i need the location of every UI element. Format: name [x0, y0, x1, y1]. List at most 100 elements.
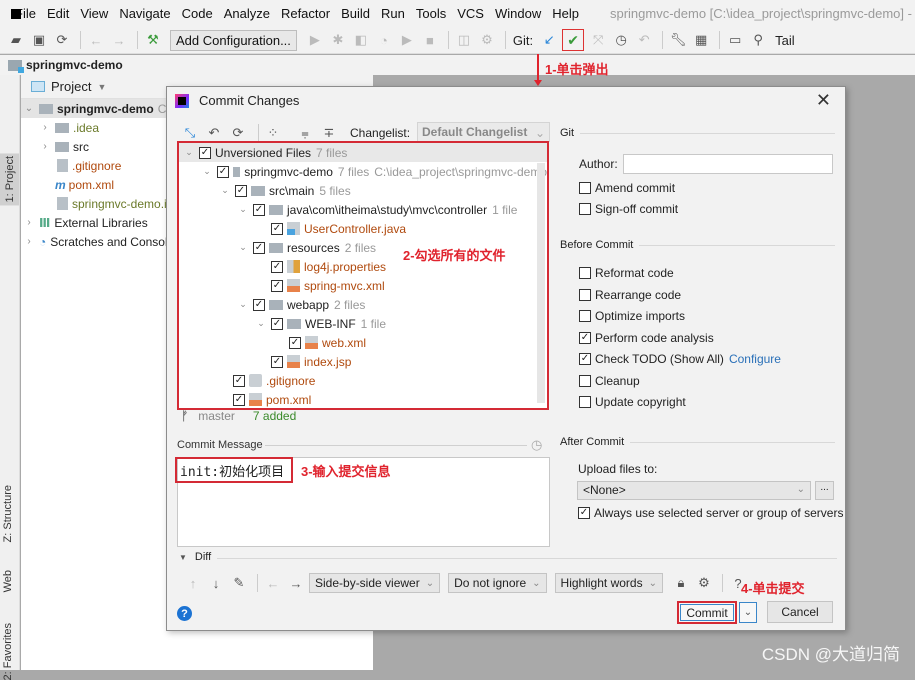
project-name[interactable]: springmvc-demo [26, 58, 123, 72]
tree-row[interactable]: ✓ .gitignore [179, 371, 547, 390]
menu-code[interactable]: Code [182, 6, 213, 21]
save-icon[interactable]: ▣ [29, 30, 49, 50]
checkbox[interactable]: ✓ [579, 353, 591, 365]
previous-file-icon[interactable]: ← [263, 573, 283, 593]
checkbox[interactable]: ✓ [233, 393, 245, 406]
upload-more-button[interactable]: ... [815, 481, 834, 500]
commit-options-dropdown[interactable]: ⌄ [739, 602, 757, 623]
chevron-right-icon[interactable]: › [39, 122, 51, 133]
menu-navigate[interactable]: Navigate [119, 6, 170, 21]
chevron-right-icon[interactable]: › [39, 141, 51, 152]
author-input[interactable] [623, 154, 833, 174]
checkbox[interactable]: ✓ [579, 332, 591, 344]
menu-build[interactable]: Build [341, 6, 370, 21]
checkbox[interactable] [579, 375, 591, 387]
checkbox[interactable]: ✓ [271, 355, 283, 368]
tree-row[interactable]: ⌄ ✓ java\com\itheima\study\mvc\controlle… [179, 200, 547, 219]
viewer-select[interactable]: Side-by-side viewer ⌄ [309, 573, 441, 593]
tab-project[interactable]: 1: Project [0, 153, 19, 206]
menu-help[interactable]: Help [552, 6, 579, 21]
run-concurrent-icon[interactable]: ▶ [397, 30, 417, 50]
build-hammer-icon[interactable]: ⚒ [143, 30, 163, 50]
checkbox[interactable]: ✓ [578, 507, 590, 519]
project-structure-icon[interactable]: ▦ [691, 30, 711, 50]
cancel-button[interactable]: Cancel [767, 601, 833, 623]
rollback-icon[interactable]: ↶ [634, 30, 654, 50]
commit-message-text[interactable]: init:初始化项目 [175, 457, 293, 483]
settings-wrench-icon[interactable]: 🔧︎ [668, 30, 688, 50]
run-icon[interactable]: ▶ [305, 30, 325, 50]
chevron-right-icon[interactable]: › [23, 217, 35, 228]
changelist-select[interactable]: Default Changelist ⌄ [417, 122, 550, 142]
checkbox[interactable] [579, 289, 591, 301]
edit-icon[interactable]: ✎ [229, 573, 249, 593]
diff-section-toggle[interactable]: ▼ Diff [179, 551, 211, 563]
tab-web[interactable]: Web [2, 570, 14, 592]
menu-view[interactable]: View [80, 6, 108, 21]
message-history-icon[interactable]: ◷ [531, 437, 542, 453]
tree-row[interactable]: ⌄ ✓ springmvc-demo 7 files C:\idea_proje… [179, 162, 547, 181]
git-push-icon[interactable]: ⤧ [588, 30, 608, 50]
chevron-down-icon[interactable]: ⌄ [237, 204, 249, 215]
checkbox[interactable] [579, 182, 591, 194]
sync-icon[interactable]: ⟳ [52, 30, 72, 50]
amend-commit-option[interactable]: Amend commit [579, 181, 675, 195]
menu-window[interactable]: Window [495, 6, 541, 21]
highlight-select[interactable]: Highlight words ⌄ [554, 573, 663, 593]
reformat-code-option[interactable]: Reformat code [579, 266, 674, 280]
git-commit-button[interactable]: ✔ [562, 29, 585, 51]
lock-icon[interactable]: 🔒︎ [671, 573, 691, 593]
collapse-all-icon[interactable]: ∓ [320, 123, 338, 143]
menu-refactor[interactable]: Refactor [281, 6, 330, 21]
add-configuration-button[interactable]: Add Configuration... [170, 29, 297, 51]
chevron-down-icon[interactable]: ⌄ [219, 185, 231, 196]
chevron-down-icon[interactable]: ⌄ [237, 242, 249, 253]
refresh-icon[interactable]: ⟳ [229, 123, 247, 143]
update-copyright-option[interactable]: Update copyright [579, 395, 686, 409]
checkbox[interactable]: ✓ [253, 241, 265, 254]
checkbox[interactable]: ✓ [289, 336, 301, 349]
forward-icon[interactable]: → [109, 30, 129, 50]
upload-server-select[interactable]: <None> ⌄ [577, 481, 811, 500]
chevron-down-icon[interactable]: ⌄ [23, 103, 35, 114]
cleanup-option[interactable]: Cleanup [579, 374, 640, 388]
show-diff-icon[interactable]: ⤡ [181, 123, 199, 143]
tree-row[interactable]: ✓ web.xml [179, 333, 547, 352]
menu-edit[interactable]: Edit [47, 6, 69, 21]
signoff-commit-option[interactable]: Sign-off commit [579, 202, 678, 216]
history-icon[interactable]: ◷ [611, 30, 631, 50]
stop-icon[interactable]: ■ [420, 30, 440, 50]
git-update-icon[interactable]: ↙ [539, 30, 559, 50]
chevron-down-icon[interactable]: ⌄ [255, 318, 267, 329]
debug-icon[interactable]: ✱ [328, 30, 348, 50]
checkbox[interactable] [579, 396, 591, 408]
perform-code-analysis-option[interactable]: ✓ Perform code analysis [579, 331, 714, 345]
tree-row[interactable]: ⌄ ✓ webapp 2 files [179, 295, 547, 314]
previous-diff-icon[interactable]: ↑ [183, 573, 203, 593]
ignore-select[interactable]: Do not ignore ⌄ [448, 573, 547, 593]
back-icon[interactable]: ← [86, 30, 106, 50]
next-diff-icon[interactable]: ↓ [206, 573, 226, 593]
next-file-icon[interactable]: → [286, 573, 306, 593]
tree-row[interactable]: ✓ UserController.java [179, 219, 547, 238]
attach-icon[interactable]: ◫ [454, 30, 474, 50]
chevron-down-icon[interactable]: ⌄ [237, 299, 249, 310]
checkbox[interactable] [579, 203, 591, 215]
rearrange-code-option[interactable]: Rearrange code [579, 288, 681, 302]
optimize-imports-option[interactable]: Optimize imports [579, 309, 685, 323]
checkbox[interactable] [579, 310, 591, 322]
checkbox[interactable]: ✓ [271, 279, 283, 292]
chevron-down-icon[interactable]: ⌄ [183, 147, 195, 158]
tree-row[interactable]: ⌄ ✓ WEB-INF 1 file [179, 314, 547, 333]
chevron-down-icon[interactable]: ⌄ [201, 166, 213, 177]
checkbox[interactable]: ✓ [253, 298, 265, 311]
menu-run[interactable]: Run [381, 6, 405, 21]
checkbox[interactable]: ✓ [235, 184, 247, 197]
tail-button[interactable]: Tail [775, 33, 795, 48]
tree-row[interactable]: ✓ index.jsp [179, 352, 547, 371]
terminal-icon[interactable]: ▭ [725, 30, 745, 50]
chevron-right-icon[interactable]: › [23, 236, 35, 247]
checkbox[interactable]: ✓ [271, 260, 283, 273]
close-icon[interactable]: ✕ [816, 90, 831, 111]
gear-icon[interactable]: ⚙ [694, 573, 714, 593]
